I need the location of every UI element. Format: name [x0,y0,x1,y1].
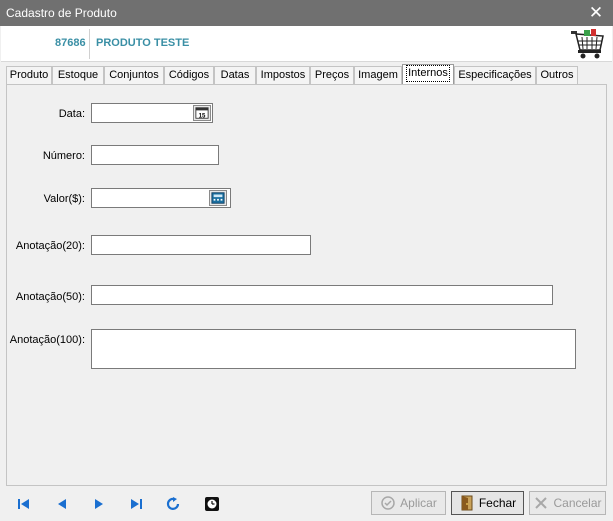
tab-especificacoes[interactable]: Especificações [454,66,536,84]
tab-impostos[interactable]: Impostos [256,66,310,84]
fechar-label: Fechar [478,496,517,510]
previous-record-icon[interactable] [54,497,70,511]
calculator-icon[interactable] [209,190,227,206]
last-record-icon[interactable] [128,497,144,511]
svg-text:15: 15 [199,112,206,119]
numero-field[interactable] [91,145,219,165]
next-record-icon[interactable] [91,497,107,511]
close-icon[interactable]: ✕ [579,0,613,26]
product-header: 87686 PRODUTO TESTE [1,26,612,62]
anotacao100-label: Anotação(100): [9,334,85,346]
tab-imagem[interactable]: Imagem [354,66,402,84]
tab-produto[interactable]: Produto [6,66,52,84]
data-label: Data: [58,108,85,120]
aplicar-label: Aplicar [400,496,437,510]
cancel-x-icon [535,497,548,509]
anotacao20-field[interactable] [91,235,311,255]
anotacao20-label: Anotação(20): [15,240,85,252]
tab-codigos[interactable]: Códigos [164,66,214,84]
fechar-button[interactable]: Fechar [451,491,524,515]
cancelar-button[interactable]: Cancelar [529,491,606,515]
title-bar: Cadastro de Produto ✕ [0,0,613,26]
product-name: PRODUTO TESTE [96,37,190,49]
window-title: Cadastro de Produto [6,6,117,20]
first-record-icon[interactable] [16,497,32,511]
header-divider [89,29,90,59]
calendar-icon[interactable]: 15 [193,105,211,121]
anotacao50-field[interactable] [91,285,553,305]
anotacao50-label: Anotação(50): [15,291,85,303]
tab-internos[interactable]: Internos [402,64,454,84]
tab-outros[interactable]: Outros [536,66,578,84]
cancelar-label: Cancelar [553,496,602,510]
tab-precos[interactable]: Preços [310,66,354,84]
anotacao100-field[interactable] [91,329,576,369]
aplicar-button[interactable]: Aplicar [371,491,446,515]
door-exit-icon [461,495,473,511]
bottom-toolbar: Aplicar Fechar Cancelar [0,488,613,521]
shopping-cart-icon [571,29,604,59]
tab-estoque[interactable]: Estoque [52,66,104,84]
apply-icon [381,496,395,510]
tab-conjuntos[interactable]: Conjuntos [104,66,164,84]
valor-label: Valor($): [43,193,85,205]
refresh-icon[interactable] [166,497,182,511]
internos-panel: Data: 15 Número: Valor($): Anotação(20):… [6,84,607,486]
tab-bar: Produto Estoque Conjuntos Códigos Datas … [6,64,606,84]
numero-label: Número: [42,150,85,162]
tab-datas[interactable]: Datas [214,66,256,84]
product-code: 87686 [55,37,86,49]
history-icon[interactable] [204,497,220,511]
